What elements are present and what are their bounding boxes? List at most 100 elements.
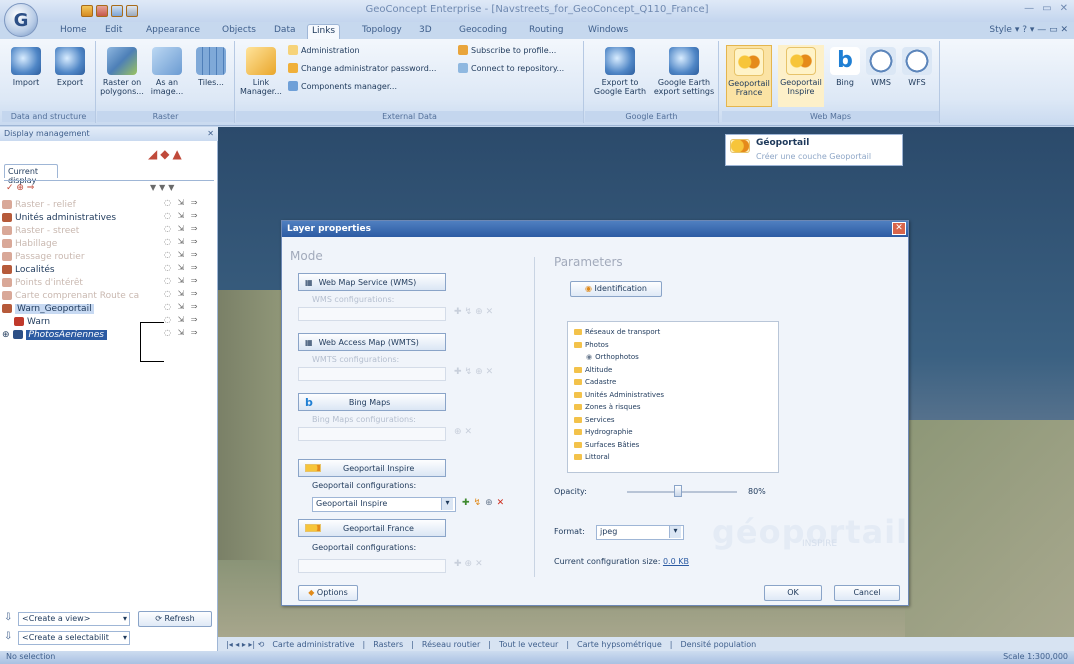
geoportail-inspire-config-select[interactable]: Geoportail Inspire ▾	[312, 497, 456, 512]
print-icon[interactable]	[126, 4, 138, 17]
tiles-button[interactable]: Tiles...	[191, 47, 231, 87]
subscribe-button[interactable]: Subscribe to profile...	[458, 45, 556, 55]
undo-icon[interactable]	[96, 4, 108, 17]
format-select[interactable]: jpeg ▾	[596, 525, 684, 540]
tab-geocoding[interactable]: Geocoding	[455, 24, 511, 39]
close-icon[interactable]: ✕	[1060, 3, 1068, 14]
tab-routing[interactable]: Routing	[525, 24, 568, 39]
layer-tree[interactable]: Réseaux de transport Photos ◉ Orthophotos Al…	[567, 321, 779, 473]
map-tab-carte-administrative[interactable]: Carte administrative	[272, 640, 354, 649]
wms-button[interactable]: WMS	[864, 47, 898, 87]
panel-close-icon[interactable]: ✕	[207, 129, 214, 138]
geoportail-france-button[interactable]: Geoportail France	[726, 45, 772, 107]
tab-windows[interactable]: Windows	[584, 24, 632, 39]
layer-item[interactable]: Points d'intérêt	[2, 276, 83, 289]
layer-visibility-icons[interactable]: ◌ ⇲ ⇒	[164, 328, 199, 341]
tree-item[interactable]: Surfaces Bâties	[574, 441, 639, 449]
create-selectability-combo[interactable]: <Create a selectabilit ▾	[18, 631, 130, 645]
geoportail-inspire-button[interactable]: Geoportail Inspire	[778, 45, 824, 107]
map-nav-icons[interactable]: |◂ ◂ ▸ ▸| ⟲	[226, 640, 264, 649]
expand-icon[interactable]: ⊕	[2, 330, 10, 340]
tree-item[interactable]: Altitude	[574, 366, 612, 374]
wms-mode-button[interactable]: ▦ Web Map Service (WMS)	[298, 273, 446, 291]
maximize-icon[interactable]: ▭	[1042, 3, 1051, 14]
google-earth-settings-button[interactable]: Google Earth export settings	[653, 47, 715, 96]
administration-button[interactable]: Administration	[288, 45, 360, 55]
layer-visibility-icons[interactable]: ◌ ⇲ ⇒	[164, 237, 199, 250]
layer-item[interactable]: Localités	[2, 263, 55, 276]
tab-home[interactable]: Home	[56, 24, 91, 39]
layer-item[interactable]: Raster - street	[2, 224, 79, 237]
layer-item[interactable]: ⊕ PhotosAeriennes	[2, 328, 107, 341]
export-google-earth-button[interactable]: Export to Google Earth	[589, 47, 651, 96]
opacity-slider-thumb[interactable]	[674, 485, 683, 497]
application-button[interactable]: G	[4, 3, 38, 37]
layer-visibility-icons[interactable]: ◌ ⇲ ⇒	[164, 198, 199, 211]
layer-visibility-icons[interactable]: ◌ ⇲ ⇒	[164, 315, 199, 328]
delete-config-icon[interactable]: ✕	[497, 498, 509, 508]
current-display-tab[interactable]: Current display	[4, 164, 58, 185]
edit-config-icon[interactable]: ↯	[474, 498, 486, 508]
map-tab-carte-hypsometrique[interactable]: Carte hypsométrique	[577, 640, 662, 649]
settings-config-icon[interactable]: ⊕	[485, 498, 497, 508]
map-tab-densite-population[interactable]: Densité population	[680, 640, 756, 649]
layer-visibility-icons[interactable]: ◌ ⇲ ⇒	[164, 224, 199, 237]
layer-item[interactable]: Habillage	[2, 237, 57, 250]
refresh-button[interactable]: ⟳ Refresh	[138, 611, 212, 627]
bing-mode-button[interactable]: b Bing Maps	[298, 393, 446, 411]
layer-item[interactable]: Passage routier	[2, 250, 85, 263]
tree-item[interactable]: Services	[574, 416, 615, 424]
redo-icon[interactable]	[111, 4, 123, 17]
tab-links[interactable]: Links	[307, 24, 341, 39]
geoportail-inspire-config-tools[interactable]: ✚↯⊕✕	[462, 498, 508, 508]
tree-item[interactable]: Cadastre	[574, 378, 616, 386]
layer-item[interactable]: Warn_Geoportail	[2, 302, 94, 315]
tree-item[interactable]: Réseaux de transport	[574, 328, 660, 336]
tab-data[interactable]: Data	[270, 24, 300, 39]
raster-polygons-button[interactable]: Raster on polygons...	[99, 47, 145, 96]
map-tab-reseau-routier[interactable]: Réseau routier	[422, 640, 480, 649]
layer-item[interactable]: Unités administratives	[2, 211, 116, 224]
create-view-combo[interactable]: <Create a view> ▾	[18, 612, 130, 626]
tab-edit[interactable]: Edit	[101, 24, 126, 39]
config-size-link[interactable]: 0.0 KB	[663, 557, 689, 566]
wmts-mode-button[interactable]: ▦ Web Access Map (WMTS)	[298, 333, 446, 351]
map-tab-tout-le-vecteur[interactable]: Tout le vecteur	[499, 640, 558, 649]
save-icon[interactable]	[81, 4, 93, 17]
change-password-button[interactable]: Change administrator password...	[288, 63, 436, 73]
layer-item[interactable]: Raster - relief	[2, 198, 76, 211]
layer-visibility-icons[interactable]: ◌ ⇲ ⇒	[164, 276, 199, 289]
as-image-button[interactable]: As an image...	[147, 47, 187, 96]
tab-topology[interactable]: Topology	[358, 24, 406, 39]
layer-tools-icons[interactable]: ✓ ⊕ ⇒	[6, 183, 34, 193]
ok-button[interactable]: OK	[764, 585, 822, 601]
wfs-button[interactable]: WFS	[900, 47, 934, 87]
link-manager-button[interactable]: Link Manager...	[240, 47, 282, 96]
connect-repository-button[interactable]: Connect to repository...	[458, 63, 564, 73]
export-button[interactable]: Export	[50, 47, 90, 87]
add-config-icon[interactable]: ✚	[462, 498, 474, 508]
layer-visibility-icons[interactable]: ◌ ⇲ ⇒	[164, 211, 199, 224]
geoportail-inspire-mode-button[interactable]: Geoportail Inspire	[298, 459, 446, 477]
style-menu[interactable]: Style ▾ ? ▾ — ▭ ✕	[989, 25, 1068, 35]
tree-item[interactable]: Unités Administratives	[574, 391, 664, 399]
minimize-icon[interactable]: —	[1024, 3, 1034, 14]
tree-item[interactable]: Littoral	[574, 453, 610, 461]
cancel-button[interactable]: Cancel	[834, 585, 900, 601]
layer-visibility-icons[interactable]: ◌ ⇲ ⇒	[164, 302, 199, 315]
tab-objects[interactable]: Objects	[218, 24, 260, 39]
options-button[interactable]: ◆ Options	[298, 585, 358, 601]
layer-item[interactable]: Carte comprenant Route ca	[2, 289, 139, 302]
layer-item[interactable]: Warn	[14, 315, 50, 328]
identification-button[interactable]: ◉ Identification	[570, 281, 662, 297]
layer-visibility-icons[interactable]: ◌ ⇲ ⇒	[164, 250, 199, 263]
tab-3d[interactable]: 3D	[415, 24, 436, 39]
import-button[interactable]: Import	[6, 47, 46, 87]
bing-button[interactable]: b Bing	[828, 47, 862, 87]
tree-item[interactable]: Hydrographie	[574, 428, 633, 436]
dialog-close-icon[interactable]: ✕	[892, 222, 906, 235]
map-tab-rasters[interactable]: Rasters	[373, 640, 403, 649]
tree-item[interactable]: Zones à risques	[574, 403, 641, 411]
layer-visibility-icons[interactable]: ◌ ⇲ ⇒	[164, 263, 199, 276]
geoportail-france-mode-button[interactable]: Geoportail France	[298, 519, 446, 537]
